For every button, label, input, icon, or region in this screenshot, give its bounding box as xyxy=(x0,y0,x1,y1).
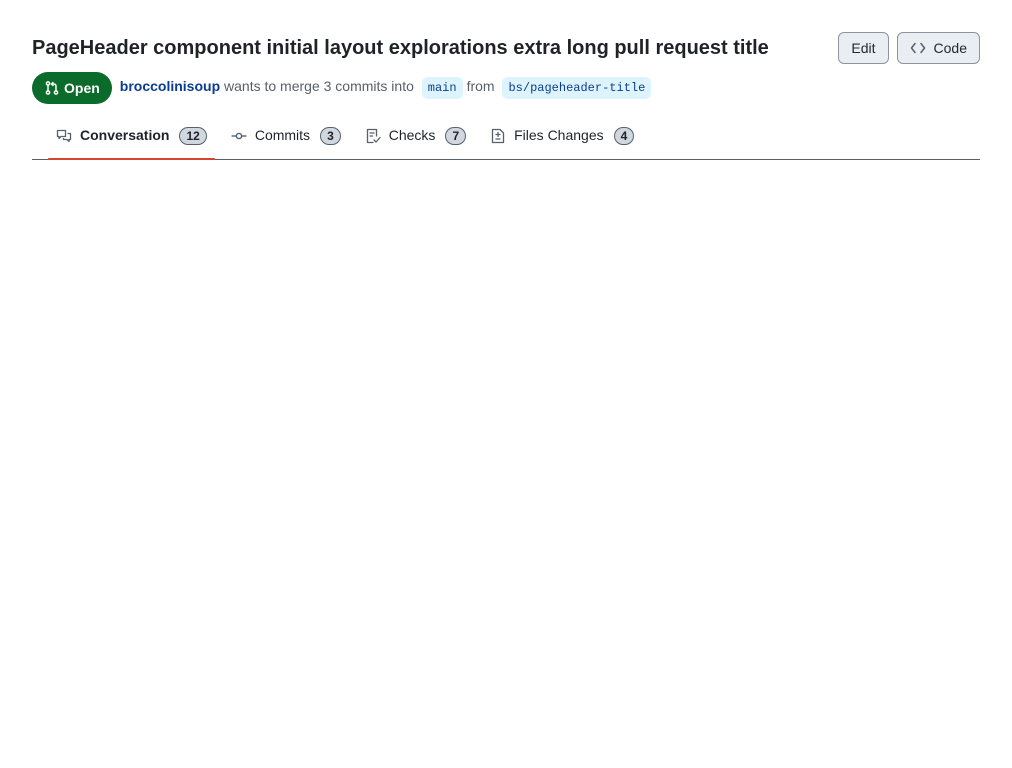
tab-label: Files Changes xyxy=(514,126,604,143)
comment-discussion-icon xyxy=(56,129,72,142)
file-diff-icon xyxy=(491,128,505,143)
tab-files-changes[interactable]: Files Changes 4 xyxy=(482,112,642,159)
tab-label: Commits xyxy=(254,126,311,143)
from-text: from xyxy=(466,77,495,94)
checklist-icon xyxy=(366,128,381,143)
tab-counter: 7 xyxy=(445,126,467,145)
tab-checks[interactable]: Checks 7 xyxy=(357,112,474,159)
git-pull-request-icon xyxy=(45,81,59,95)
tab-counter: 12 xyxy=(179,126,207,145)
pr-description: broccolinisoup wants to merge 3 commits … xyxy=(120,76,656,99)
page-header: PageHeader component initial layout expl… xyxy=(32,32,980,104)
merge-text: wants to merge 3 commits into xyxy=(224,77,414,94)
tab-label: Checks xyxy=(388,126,436,143)
edit-button[interactable]: Edit xyxy=(838,32,889,64)
tab-conversation[interactable]: Conversation 12 xyxy=(48,112,215,160)
author-link[interactable]: broccolinisoup xyxy=(120,78,220,94)
tab-nav: Conversation 12 Commits 3 Checks 7 Files… xyxy=(32,112,980,160)
code-icon xyxy=(910,42,925,54)
tab-label: Conversation xyxy=(80,126,170,143)
title-row: PageHeader component initial layout expl… xyxy=(32,32,980,64)
header-actions: Edit Code xyxy=(838,32,980,64)
tab-counter: 3 xyxy=(320,126,341,145)
git-commit-icon xyxy=(231,132,247,139)
state-label: Open xyxy=(64,80,100,96)
code-button[interactable]: Code xyxy=(896,32,980,64)
head-branch[interactable]: bs/pageheader-title xyxy=(502,76,652,99)
tab-counter: 4 xyxy=(613,126,635,145)
base-branch[interactable]: main xyxy=(421,76,463,99)
code-button-label: Code xyxy=(933,40,967,56)
pr-meta: Open broccolinisoup wants to merge 3 com… xyxy=(32,72,655,104)
tab-commits[interactable]: Commits 3 xyxy=(223,112,349,159)
page-title: PageHeader component initial layout expl… xyxy=(32,37,769,59)
state-badge: Open xyxy=(32,72,112,104)
edit-button-label: Edit xyxy=(851,40,876,56)
